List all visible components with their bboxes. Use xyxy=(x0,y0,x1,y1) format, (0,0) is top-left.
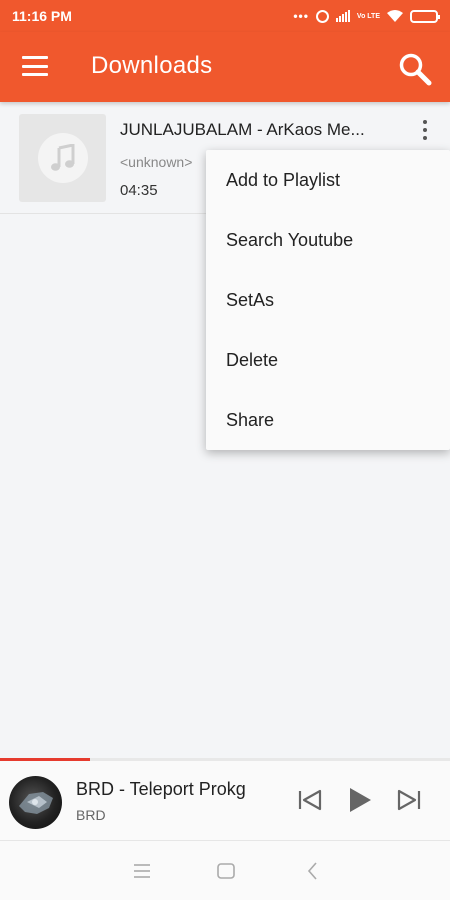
hamburger-icon[interactable] xyxy=(22,56,48,76)
album-disc xyxy=(37,133,88,183)
status-bar: 11:16 PM ••• Vo LTE xyxy=(0,0,450,32)
battery-icon xyxy=(410,9,440,23)
status-time: 11:16 PM xyxy=(12,8,72,24)
now-playing-artist: BRD xyxy=(76,807,106,823)
status-icons: ••• Vo LTE xyxy=(293,9,440,23)
system-navigation-bar xyxy=(0,841,450,900)
now-playing-title: BRD - Teleport Prokg xyxy=(76,779,246,799)
volte-label: Vo LTE xyxy=(356,12,380,20)
menu-item-set-as[interactable]: SetAs xyxy=(206,270,450,330)
home-icon[interactable] xyxy=(214,859,238,883)
menu-item-delete[interactable]: Delete xyxy=(206,330,450,390)
skip-previous-icon[interactable] xyxy=(295,785,325,815)
app-bar: Downloads xyxy=(0,32,450,102)
more-vert-icon[interactable] xyxy=(416,118,434,142)
alarm-icon xyxy=(315,9,329,23)
album-art xyxy=(19,114,106,202)
now-playing-art-image xyxy=(19,792,53,814)
context-menu: Add to Playlist Search Youtube SetAs Del… xyxy=(206,150,450,450)
music-note-icon xyxy=(50,144,74,171)
wifi-icon xyxy=(387,10,403,22)
play-icon[interactable] xyxy=(344,785,374,815)
signal-icon xyxy=(335,10,350,22)
notification-dots-icon: ••• xyxy=(293,9,309,23)
now-playing-art xyxy=(9,776,62,829)
menu-item-share[interactable]: Share xyxy=(206,390,450,450)
menu-item-add-to-playlist[interactable]: Add to Playlist xyxy=(206,150,450,210)
page-title: Downloads xyxy=(91,52,213,79)
recent-apps-icon[interactable] xyxy=(130,859,154,883)
back-icon[interactable] xyxy=(301,859,325,883)
song-artist: <unknown> xyxy=(120,154,193,170)
menu-item-search-youtube[interactable]: Search Youtube xyxy=(206,210,450,270)
now-playing-bar[interactable]: BRD - Teleport Prokg BRD xyxy=(0,761,450,841)
song-title: JUNLAJUBALAM - ArKaos Me... xyxy=(120,120,365,139)
skip-next-icon[interactable] xyxy=(394,785,424,815)
search-icon[interactable] xyxy=(398,52,432,86)
song-duration: 04:35 xyxy=(120,182,158,199)
